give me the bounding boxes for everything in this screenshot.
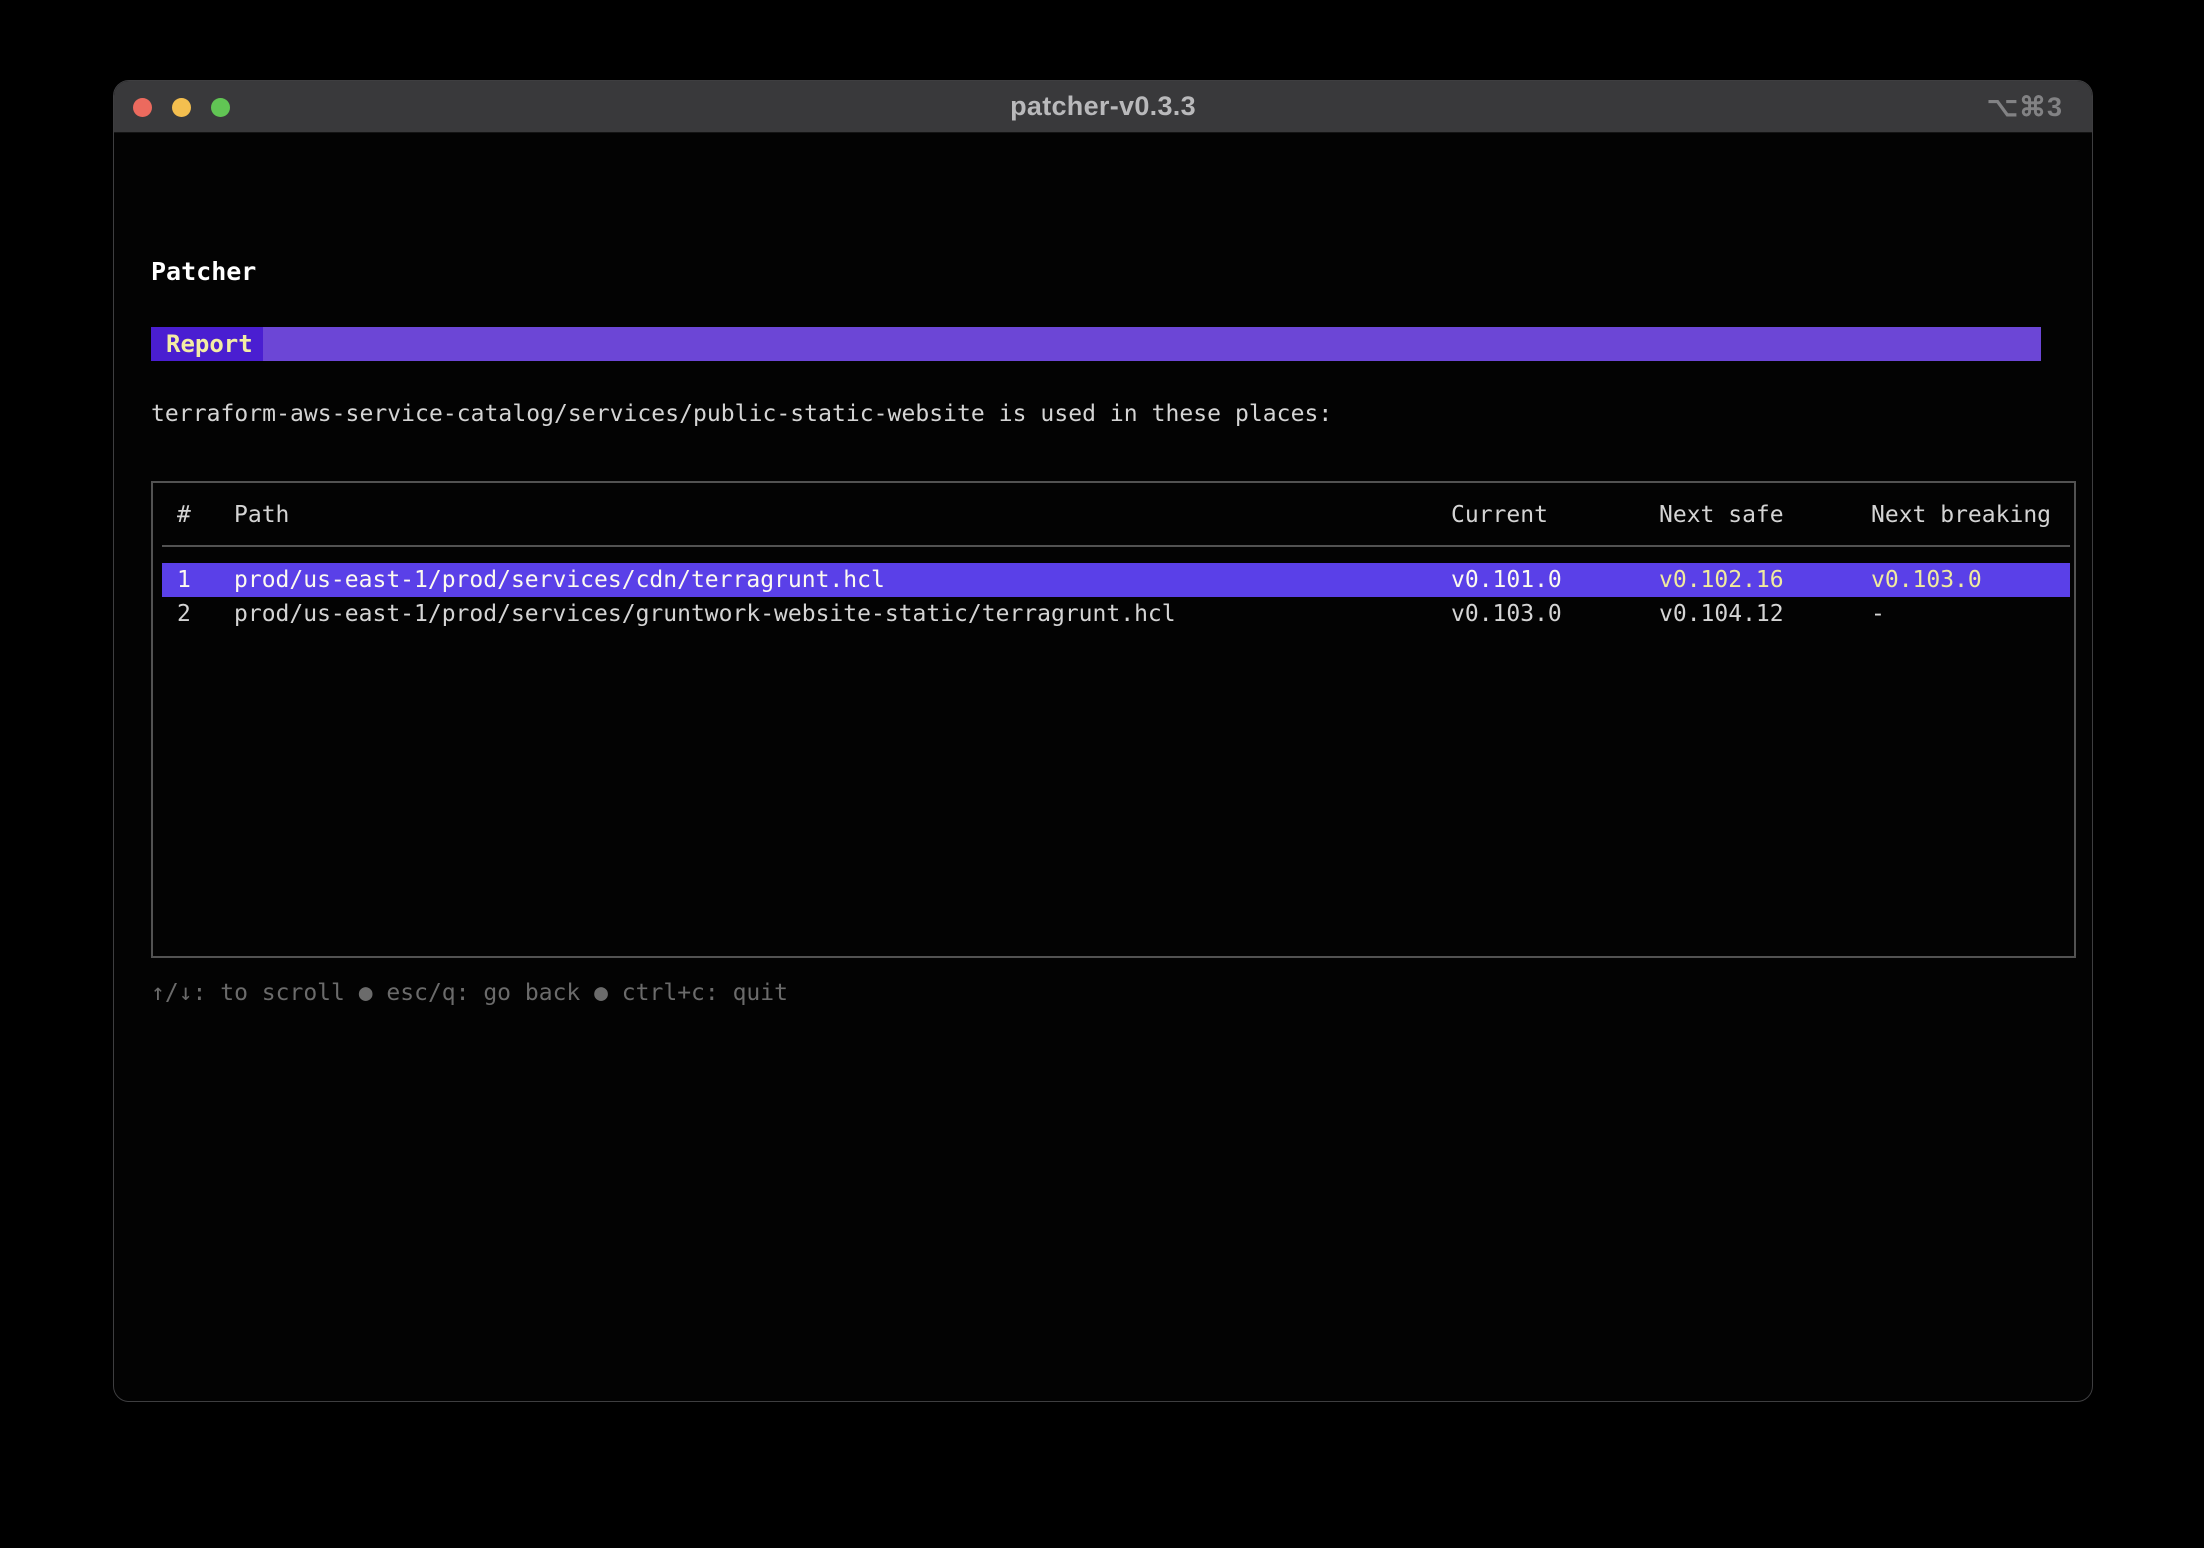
- keybinding-help: ↑/↓: to scroll ● esc/q: go back ● ctrl+c…: [151, 976, 788, 1010]
- row-current-version: v0.101.0: [1451, 563, 1659, 597]
- table-row-selected[interactable]: 1 prod/us-east-1/prod/services/cdn/terra…: [162, 563, 2070, 597]
- app-title: Patcher: [151, 257, 256, 286]
- terminal-window: patcher-v0.3.3 ⌥⌘3 Patcher Report terraf…: [113, 80, 2093, 1402]
- row-num: 1: [177, 563, 234, 597]
- traffic-lights: [133, 81, 230, 133]
- column-header-current: Current: [1451, 483, 1659, 547]
- row-next-safe-version: v0.102.16: [1659, 563, 1871, 597]
- usage-description: terraform-aws-service-catalog/services/p…: [151, 401, 1332, 427]
- terminal-content: Patcher Report terraform-aws-service-cat…: [114, 133, 2092, 1402]
- table-body: 1 prod/us-east-1/prod/services/cdn/terra…: [153, 547, 2074, 631]
- window-title: patcher-v0.3.3: [114, 91, 2092, 122]
- zoom-button[interactable]: [211, 98, 230, 117]
- row-next-breaking-version: -: [1871, 597, 2070, 631]
- minimize-button[interactable]: [172, 98, 191, 117]
- row-num: 2: [177, 597, 234, 631]
- row-current-version: v0.103.0: [1451, 597, 1659, 631]
- column-header-path: Path: [234, 483, 1451, 547]
- close-button[interactable]: [133, 98, 152, 117]
- window-shortcut-badge: ⌥⌘3: [1987, 81, 2063, 133]
- tab-bar: Report: [151, 327, 2041, 361]
- window-titlebar[interactable]: patcher-v0.3.3 ⌥⌘3: [114, 81, 2092, 133]
- row-path: prod/us-east-1/prod/services/cdn/terragr…: [234, 563, 1451, 597]
- tab-report[interactable]: Report: [151, 327, 263, 361]
- table-header-row: # Path Current Next safe Next breaking: [162, 483, 2070, 547]
- row-next-breaking-version: v0.103.0: [1871, 563, 2070, 597]
- row-path: prod/us-east-1/prod/services/gruntwork-w…: [234, 597, 1451, 631]
- column-header-num: #: [177, 483, 234, 547]
- table-row[interactable]: 2 prod/us-east-1/prod/services/gruntwork…: [162, 597, 2070, 631]
- column-header-next-safe: Next safe: [1659, 483, 1871, 547]
- usages-table: # Path Current Next safe Next breaking 1…: [151, 481, 2076, 958]
- row-next-safe-version: v0.104.12: [1659, 597, 1871, 631]
- column-header-next-breaking: Next breaking: [1871, 483, 2070, 547]
